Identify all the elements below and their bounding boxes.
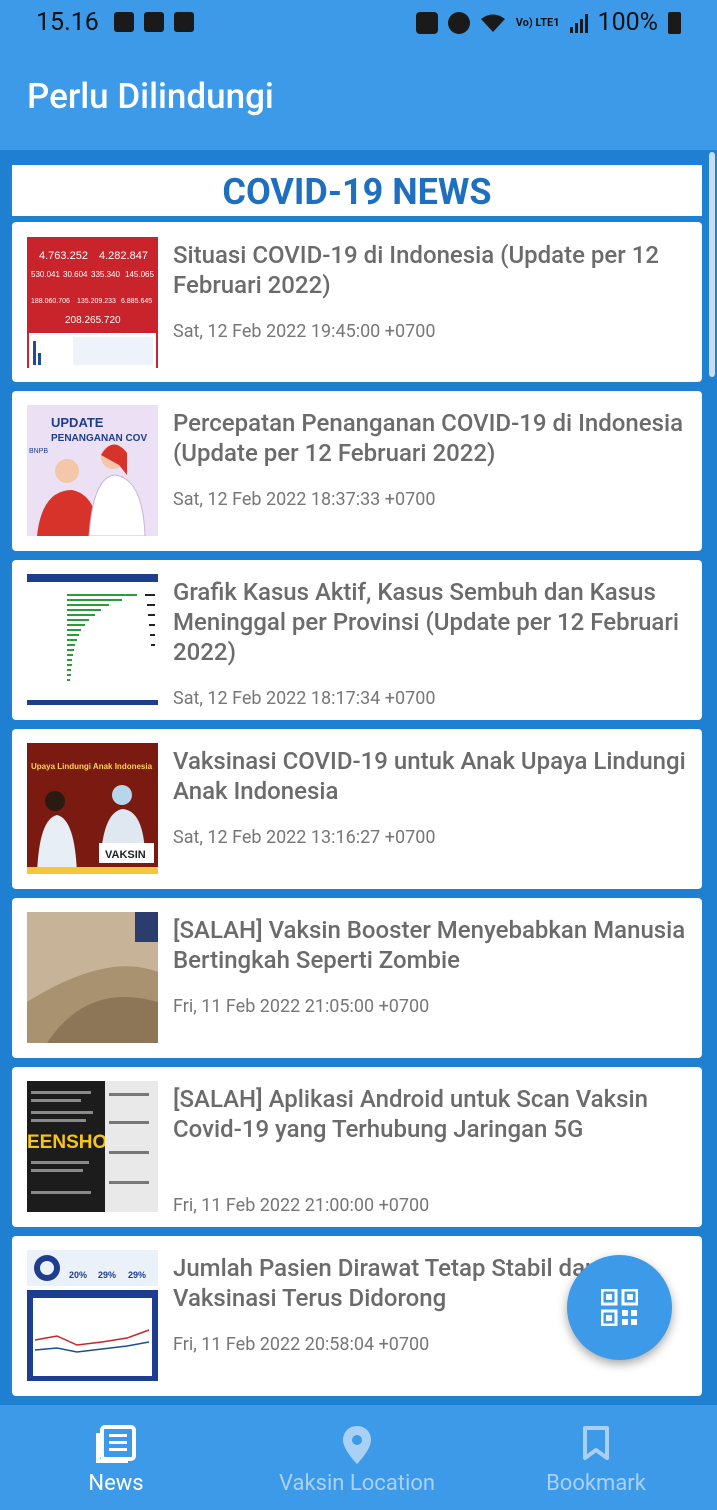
app-bar: Perlu Dilindungi [0,45,717,150]
thumb-stat: 20% [69,1270,87,1280]
qr-code-icon [601,1289,638,1326]
status-right: Vo) LTE1 100% [415,8,681,37]
app-title: Perlu Dilindungi [27,76,274,117]
news-thumbnail: Upaya Lindungi Anak Indonesia VAKSIN [27,743,158,874]
news-date: Sat, 12 Feb 2022 18:17:34 +0700 [173,688,436,709]
teams-icon [144,12,164,32]
bookmark-icon [583,1426,609,1460]
thumb-stat: 4.763.252 [39,250,88,262]
status-bar: 15.16 Vo) LTE1 100% [0,0,717,45]
signal-icon [569,13,588,33]
nav-vaksin-location[interactable]: Vaksin Location [260,1405,454,1510]
news-thumbnail: 20% 29% 29% [27,1250,158,1381]
news-date: Sat, 12 Feb 2022 19:45:00 +0700 [173,321,436,342]
news-title: Percepatan Penanganan COVID-19 di Indone… [173,409,684,467]
thumb-stat: 6.885.645 [121,298,152,305]
news-thumbnail [27,574,158,705]
battery-text: 100% [597,8,658,37]
notification-app-icon [114,12,134,32]
news-thumbnail: 4.763.252 4.282.847 530.041 30.604 335.3… [27,237,158,368]
news-date: Fri, 11 Feb 2022 21:00:00 +0700 [173,1195,430,1216]
scrollbar[interactable] [709,152,715,377]
news-title: [SALAH] Aplikasi Android untuk Scan Vaks… [173,1085,648,1143]
thumb-stat: 188.060.706 [31,298,70,305]
thumb-stat: 145.065 [125,270,154,279]
news-title: Grafik Kasus Aktif, Kasus Sembuh dan Kas… [173,578,679,666]
news-thumbnail: UPDATE PENANGANAN COV BNPB [27,405,158,536]
child-vaccination-photo: Upaya Lindungi Anak Indonesia VAKSIN [27,743,158,874]
news-thumbnail [27,912,158,1043]
news-card[interactable]: UPDATE PENANGANAN COV BNPB Percepatan Pe… [12,391,702,551]
hoax-photo-image [27,912,158,1043]
qr-scan-button[interactable] [567,1255,672,1360]
vaccination-illustration-image: UPDATE PENANGANAN COV BNPB [27,405,158,536]
thumb-stat: 30.604 [63,270,88,279]
hospital-chart-image: 20% 29% 29% [27,1250,158,1381]
news-date: Sat, 12 Feb 2022 13:16:27 +0700 [173,827,436,848]
news-card[interactable]: 4.763.252 4.282.847 530.041 30.604 335.3… [12,222,702,382]
calendar-icon [174,12,194,32]
nav-vaksin-location-label: Vaksin Location [278,1471,436,1496]
province-chart-image [27,574,158,705]
status-time: 15.16 [36,8,99,37]
nav-bookmark[interactable]: Bookmark [530,1405,662,1510]
news-card[interactable]: [SALAH] Vaksin Booster Menyebabkan Manus… [12,898,702,1058]
thumb-stat: 135.209.233 [77,298,116,305]
nav-news[interactable]: News [60,1405,172,1510]
thumb-stat: 29% [128,1270,146,1280]
wifi-icon [480,14,505,32]
alarm-icon [447,11,470,34]
section-title: COVID-19 NEWS [12,165,702,216]
thumb-brand: BNPB [29,448,48,455]
thumb-heading: UPDATE [51,415,104,430]
thumb-sign: VAKSIN [105,849,146,861]
stats-infographic-image: 4.763.252 4.282.847 530.041 30.604 335.3… [27,237,158,368]
news-card[interactable]: Grafik Kasus Aktif, Kasus Sembuh dan Kas… [12,560,702,720]
thumb-stat: 4.282.847 [99,250,148,262]
thumb-stat: 208.265.720 [65,315,121,326]
hoax-screenshot-image: EENSHOT BY [27,1081,158,1212]
thumb-heading: Upaya Lindungi Anak Indonesia [31,762,153,771]
news-title: [SALAH] Vaksin Booster Menyebabkan Manus… [173,916,686,974]
thumb-stat: 29% [98,1270,116,1280]
battery-icon [668,11,681,34]
thumb-stat: 335.340 [91,270,120,279]
news-date: Fri, 11 Feb 2022 21:05:00 +0700 [173,996,430,1017]
nav-bookmark-label: Bookmark [546,1471,646,1496]
nav-news-label: News [88,1471,144,1496]
news-date: Sat, 12 Feb 2022 18:37:33 +0700 [173,489,436,510]
notification-icons [114,12,194,32]
location-pin-icon [343,1426,371,1464]
news-date: Fri, 11 Feb 2022 20:58:04 +0700 [173,1334,430,1355]
bottom-navigation: News Vaksin Location Bookmark [0,1405,717,1510]
news-card[interactable]: EENSHOT BY [SALAH] Aplikasi Android untu… [12,1067,702,1227]
volte-label: Vo) LTE1 [515,16,560,29]
lock-icon [415,11,438,34]
thumb-stat: 530.041 [31,270,60,279]
news-thumbnail: EENSHOT BY [27,1081,158,1212]
news-title: Vaksinasi COVID-19 untuk Anak Upaya Lind… [173,747,686,805]
news-icon [96,1425,136,1463]
thumb-subheading: PENANGANAN COV [51,433,147,444]
news-card[interactable]: Upaya Lindungi Anak Indonesia VAKSIN Vak… [12,729,702,889]
news-title: Situasi COVID-19 di Indonesia (Update pe… [173,241,659,299]
